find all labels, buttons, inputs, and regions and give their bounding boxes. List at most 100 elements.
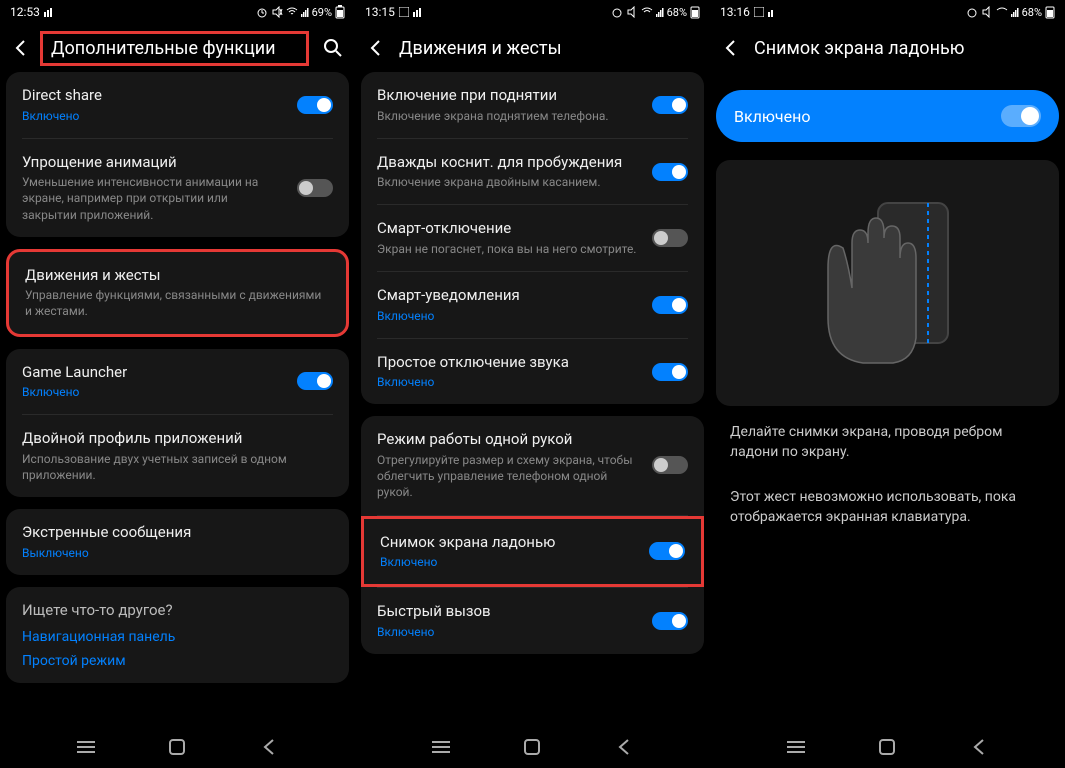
item-smart-stay[interactable]: Смарт-отключение Экран не погаснет, пока…: [361, 205, 704, 271]
search-icon: [323, 38, 343, 58]
screen-advanced-features: 12:53 69% Дополнительные функции Direct …: [0, 0, 355, 768]
item-game-launcher[interactable]: Game Launcher Включено: [6, 349, 349, 415]
toggle-lift[interactable]: [652, 96, 688, 114]
item-lift-to-wake[interactable]: Включение при поднятии Включение экрана …: [361, 72, 704, 138]
item-one-handed[interactable]: Режим работы одной рукой Отрегулируйте р…: [361, 416, 704, 514]
battery-icon: [335, 5, 345, 19]
master-toggle[interactable]: [1001, 105, 1041, 127]
item-title: Простое отключение звука: [377, 353, 640, 373]
toggle-smart-alert[interactable]: [652, 296, 688, 314]
item-sub: Уменьшение интенсивности анимации на экр…: [22, 174, 285, 223]
suggestion-link-easy[interactable]: Простой режим: [22, 653, 333, 669]
item-sub: Включено: [22, 108, 285, 124]
item-title: Движения и жесты: [25, 266, 330, 286]
description-2: Этот жест невозможно использовать, пока …: [710, 471, 1065, 536]
alarm-icon: [611, 6, 623, 18]
item-sos-messages[interactable]: Экстренные сообщения Выключено: [6, 509, 349, 575]
app-bar: Движения и жесты: [355, 24, 710, 72]
nav-recents[interactable]: [787, 738, 805, 756]
suggestion-link-nav[interactable]: Навигационная панель: [22, 629, 333, 645]
toggle-smart-stay[interactable]: [652, 229, 688, 247]
status-net-icon: [44, 7, 54, 17]
item-reduce-animations[interactable]: Упрощение анимаций Уменьшение интенсивно…: [6, 139, 349, 237]
item-palm-swipe[interactable]: Снимок экрана ладонью Включено: [361, 516, 704, 588]
item-sub: Отрегулируйте размер и схему экрана, что…: [377, 452, 640, 501]
wifi-icon: [286, 7, 298, 17]
back-button[interactable]: [367, 39, 385, 57]
screen-motions-gestures: 13:15 68% Движения и жесты Включение при…: [355, 0, 710, 768]
status-net-icon: [413, 7, 423, 17]
signal-icon: [301, 7, 309, 17]
item-direct-share[interactable]: Direct share Включено: [6, 72, 349, 138]
toggle-one-handed[interactable]: [652, 456, 688, 474]
nav-home[interactable]: [168, 738, 186, 756]
page-title: Движения и жесты: [399, 38, 698, 59]
mute-icon: [981, 6, 993, 18]
alarm-icon: [256, 6, 268, 18]
back-button[interactable]: [12, 39, 30, 57]
nav-back[interactable]: [970, 738, 988, 756]
app-bar: Снимок экрана ладонью: [710, 24, 1065, 72]
item-sub: Включено: [377, 308, 640, 324]
toggle-direct-share[interactable]: [297, 96, 333, 114]
item-direct-call[interactable]: Быстрый вызов Включено: [361, 588, 704, 654]
item-title: Смарт-уведомления: [377, 286, 640, 306]
suggestions: Ищете что-то другое? Навигационная панел…: [6, 587, 349, 683]
status-screenshot-icon: [754, 7, 764, 17]
status-time: 12:53: [10, 5, 40, 19]
item-double-tap-wake[interactable]: Дважды коснит. для пробуждения Включение…: [361, 139, 704, 205]
toggle-animations[interactable]: [297, 179, 333, 197]
item-sub: Выключено: [22, 545, 333, 561]
item-sub: Управление функциями, связанными с движе…: [25, 287, 330, 319]
item-title: Упрощение анимаций: [22, 153, 285, 173]
palm-swipe-illustration: [808, 188, 968, 378]
status-net-icon: [768, 7, 778, 17]
nav-recents[interactable]: [77, 738, 95, 756]
item-title: Двойной профиль приложений: [22, 429, 333, 449]
nav-home[interactable]: [878, 738, 896, 756]
mute-icon: [271, 6, 283, 18]
suggestions-title: Ищете что-то другое?: [22, 601, 333, 619]
item-title: Быстрый вызов: [377, 602, 640, 622]
item-title: Смарт-отключение: [377, 219, 640, 239]
description-1: Делайте снимки экрана, проводя ребром ла…: [710, 406, 1065, 471]
item-title: Включение при поднятии: [377, 86, 640, 106]
screen-palm-swipe-capture: 13:16 68% Снимок экрана ладонью Включено: [710, 0, 1065, 768]
master-toggle-banner[interactable]: Включено: [716, 90, 1059, 142]
alarm-icon: [966, 6, 978, 18]
item-title: Экстренные сообщения: [22, 523, 333, 543]
nav-home[interactable]: [523, 738, 541, 756]
nav-recents[interactable]: [432, 738, 450, 756]
battery-icon: [1045, 5, 1055, 19]
back-button[interactable]: [722, 39, 740, 57]
nav-bar: [355, 726, 710, 768]
item-sub: Использование двух учетных записей в одн…: [22, 451, 333, 483]
battery-icon: [690, 5, 700, 19]
toggle-easy-mute[interactable]: [652, 363, 688, 381]
wifi-icon: [996, 7, 1008, 17]
nav-bar: [710, 726, 1065, 768]
nav-back[interactable]: [260, 738, 278, 756]
toggle-direct-call[interactable]: [652, 612, 688, 630]
item-motions-gestures[interactable]: Движения и жесты Управление функциями, с…: [9, 252, 346, 334]
item-sub: Включено: [380, 554, 637, 570]
wifi-icon: [641, 7, 653, 17]
battery-text: 68%: [1022, 6, 1042, 19]
search-button[interactable]: [323, 38, 343, 58]
item-sub: Включено: [377, 624, 640, 640]
status-bar: 12:53 69%: [0, 0, 355, 24]
item-title: Direct share: [22, 86, 285, 106]
item-dual-messenger[interactable]: Двойной профиль приложений Использование…: [6, 415, 349, 497]
item-title: Дважды коснит. для пробуждения: [377, 153, 640, 173]
item-smart-alert[interactable]: Смарт-уведомления Включено: [361, 272, 704, 338]
status-time: 13:16: [720, 5, 750, 19]
status-screenshot-icon: [399, 7, 409, 17]
toggle-double-tap[interactable]: [652, 163, 688, 181]
item-easy-mute[interactable]: Простое отключение звука Включено: [361, 339, 704, 405]
nav-back[interactable]: [615, 738, 633, 756]
signal-icon: [656, 7, 664, 17]
signal-icon: [1011, 7, 1019, 17]
toggle-game-launcher[interactable]: [297, 372, 333, 390]
item-sub: Экран не погаснет, пока вы на него смотр…: [377, 241, 640, 257]
toggle-palm-swipe[interactable]: [649, 542, 685, 560]
